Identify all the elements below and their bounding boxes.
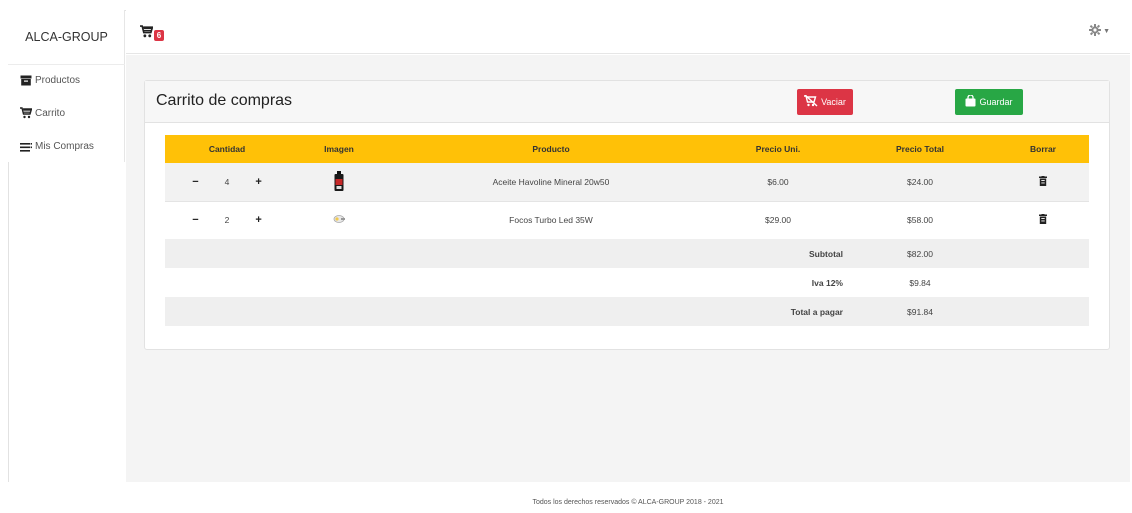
table-header-row: Cantidad Imagen Producto Precio Uni. Pre… [165, 135, 1089, 163]
summary-label: Subtotal [165, 239, 843, 268]
page-title: Carrito de compras [156, 92, 293, 109]
summary-value: $91.84 [843, 297, 997, 326]
shopping-bag-icon [965, 94, 979, 109]
cart-table: Cantidad Imagen Producto Precio Uni. Pre… [165, 135, 1089, 326]
save-label: Guardar [979, 97, 1013, 107]
brand-logo[interactable]: ALCA-GROUP [8, 10, 125, 65]
cart-icon [140, 25, 154, 41]
footer-text: Todos los derechos reservados © ALCA-GRO… [532, 499, 724, 506]
column-header: Producto [389, 135, 713, 163]
table-row: − 4 + Aceite Havoline Mineral 20w50 $6.0… [165, 163, 1089, 201]
cart-button[interactable]: 6 [140, 25, 170, 41]
quantity-value: 4 [224, 176, 230, 187]
increase-button[interactable]: + [255, 214, 261, 226]
total-row: Total a pagar $91.84 [165, 297, 1089, 326]
delete-cell [997, 200, 1089, 239]
list-icon [20, 143, 32, 152]
summary-label: Total a pagar [165, 297, 843, 326]
led-bulb-image [332, 215, 346, 227]
settings-dropdown[interactable]: ▼ [1089, 24, 1110, 39]
product-name: Focos Turbo Led 35W [389, 200, 713, 239]
product-image-cell [289, 200, 389, 239]
delete-cell [997, 163, 1089, 201]
top-navbar: 6 ▼ [126, 10, 1130, 54]
column-header: Precio Uni. [713, 135, 843, 163]
sidebar: ALCA-GROUP Productos Carrito Mis Compras [8, 10, 125, 162]
sidebar-item-label: Mis Compras [35, 141, 94, 152]
quantity-stepper: − 2 + [165, 200, 289, 239]
sidebar-item-productos[interactable]: Productos [20, 75, 80, 86]
subtotal-row: Subtotal $82.00 [165, 239, 1089, 268]
product-image-cell [289, 163, 389, 201]
clear-cart-button[interactable]: Vaciar [797, 89, 853, 115]
sidebar-item-mis-compras[interactable]: Mis Compras [20, 141, 94, 152]
unit-price: $6.00 [713, 163, 843, 201]
clear-cart-label: Vaciar [821, 97, 846, 107]
trash-icon[interactable] [1039, 175, 1047, 188]
summary-value: $9.84 [843, 268, 997, 297]
column-header: Imagen [289, 135, 389, 163]
column-header: Precio Total [843, 135, 997, 163]
total-price: $58.00 [843, 200, 997, 239]
cart-icon [20, 107, 32, 119]
decrease-button[interactable]: − [192, 214, 198, 226]
cart-card: Carrito de compras Vaciar Guardar Cantid… [144, 80, 1110, 350]
chevron-down-icon: ▼ [1103, 28, 1110, 35]
archive-icon [20, 75, 32, 86]
sidebar-item-label: Carrito [35, 108, 66, 119]
product-name: Aceite Havoline Mineral 20w50 [389, 163, 713, 201]
sidebar-item-label: Productos [35, 75, 81, 86]
trash-icon[interactable] [1039, 214, 1047, 226]
quantity-stepper: − 4 + [165, 163, 289, 201]
cart-count-badge: 6 [154, 30, 164, 41]
summary-label: Iva 12% [165, 268, 843, 297]
oil-bottle-image [334, 170, 344, 193]
quantity-value: 2 [224, 215, 230, 226]
column-header: Borrar [997, 135, 1089, 163]
gear-icon [1089, 24, 1102, 39]
total-price: $24.00 [843, 163, 997, 201]
footer-bar [8, 482, 1130, 513]
tax-row: Iva 12% $9.84 [165, 268, 1089, 297]
cart-remove-icon [804, 94, 821, 109]
sidebar-item-carrito[interactable]: Carrito [20, 107, 65, 119]
column-header: Cantidad [165, 135, 289, 163]
table-row: − 2 + Focos Turbo Led 35W $29.00 $58.00 [165, 200, 1089, 239]
unit-price: $29.00 [713, 200, 843, 239]
increase-button[interactable]: + [255, 176, 261, 188]
save-button[interactable]: Guardar [955, 89, 1023, 115]
card-header: Carrito de compras Vaciar Guardar [145, 81, 1109, 123]
decrease-button[interactable]: − [192, 176, 198, 188]
summary-value: $82.00 [843, 239, 997, 268]
